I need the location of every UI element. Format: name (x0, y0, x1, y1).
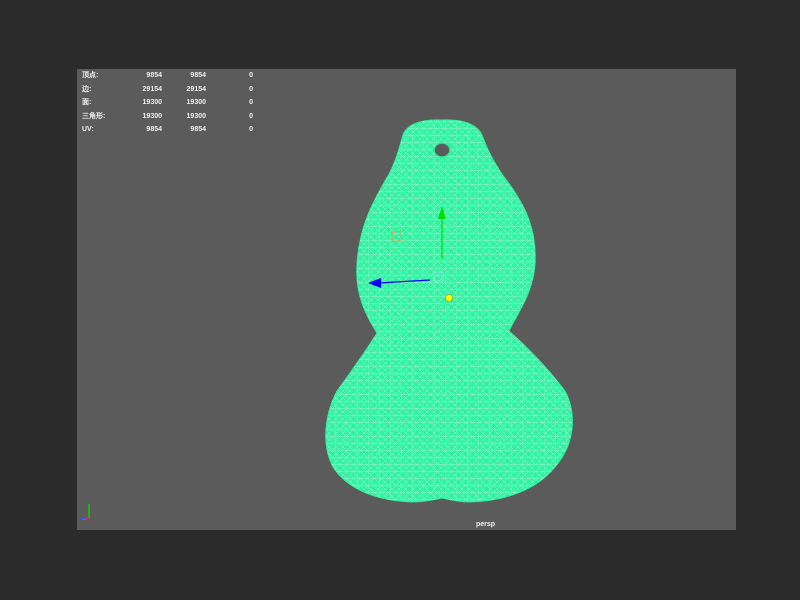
hud-row-vertices: 顶点: 9854 9854 0 (82, 69, 262, 83)
hud-label: UV: (82, 126, 94, 133)
hud-label: 三角形: (82, 112, 106, 120)
hud-value: 19300 (186, 99, 206, 106)
hud-value: 9854 (190, 72, 206, 79)
perspective-viewport[interactable]: 顶点: 9854 9854 0 边: 29154 29154 0 面: 1930… (77, 69, 736, 530)
gourd-body[interactable] (325, 119, 573, 503)
hud-value: 0 (249, 99, 253, 106)
hud-value: 29154 (186, 85, 206, 93)
camera-name-label: persp (476, 521, 496, 528)
hud-value: 0 (249, 72, 253, 79)
gourd-mesh[interactable] (77, 69, 736, 530)
hud-row-triangles: 三角形: 19300 19300 0 (82, 110, 262, 124)
hud-value: 0 (249, 112, 253, 120)
hud-label: 边: (82, 85, 92, 93)
view-axis-indicator (80, 504, 90, 521)
hud-value: 0 (249, 126, 253, 133)
hud-label: 面: (82, 99, 92, 106)
pivot-point-icon[interactable] (445, 294, 453, 302)
poly-count-hud: 顶点: 9854 9854 0 边: 29154 29154 0 面: 1930… (82, 69, 262, 137)
hud-value: 19300 (142, 99, 162, 106)
hud-value: 9854 (146, 72, 162, 79)
hud-value: 9854 (146, 126, 162, 133)
hud-value: 19300 (142, 112, 162, 120)
hud-row-uvs: UV: 9854 9854 0 (82, 123, 262, 137)
app-window: 顶点: 9854 9854 0 边: 29154 29154 0 面: 1930… (0, 0, 800, 600)
hud-value: 19300 (186, 112, 206, 120)
hud-row-edges: 边: 29154 29154 0 (82, 83, 262, 97)
hud-value: 0 (249, 85, 253, 93)
hud-row-faces: 面: 19300 19300 0 (82, 96, 262, 110)
hud-label: 顶点: (82, 72, 99, 79)
hud-value: 9854 (190, 126, 206, 133)
hud-value: 29154 (142, 85, 162, 93)
